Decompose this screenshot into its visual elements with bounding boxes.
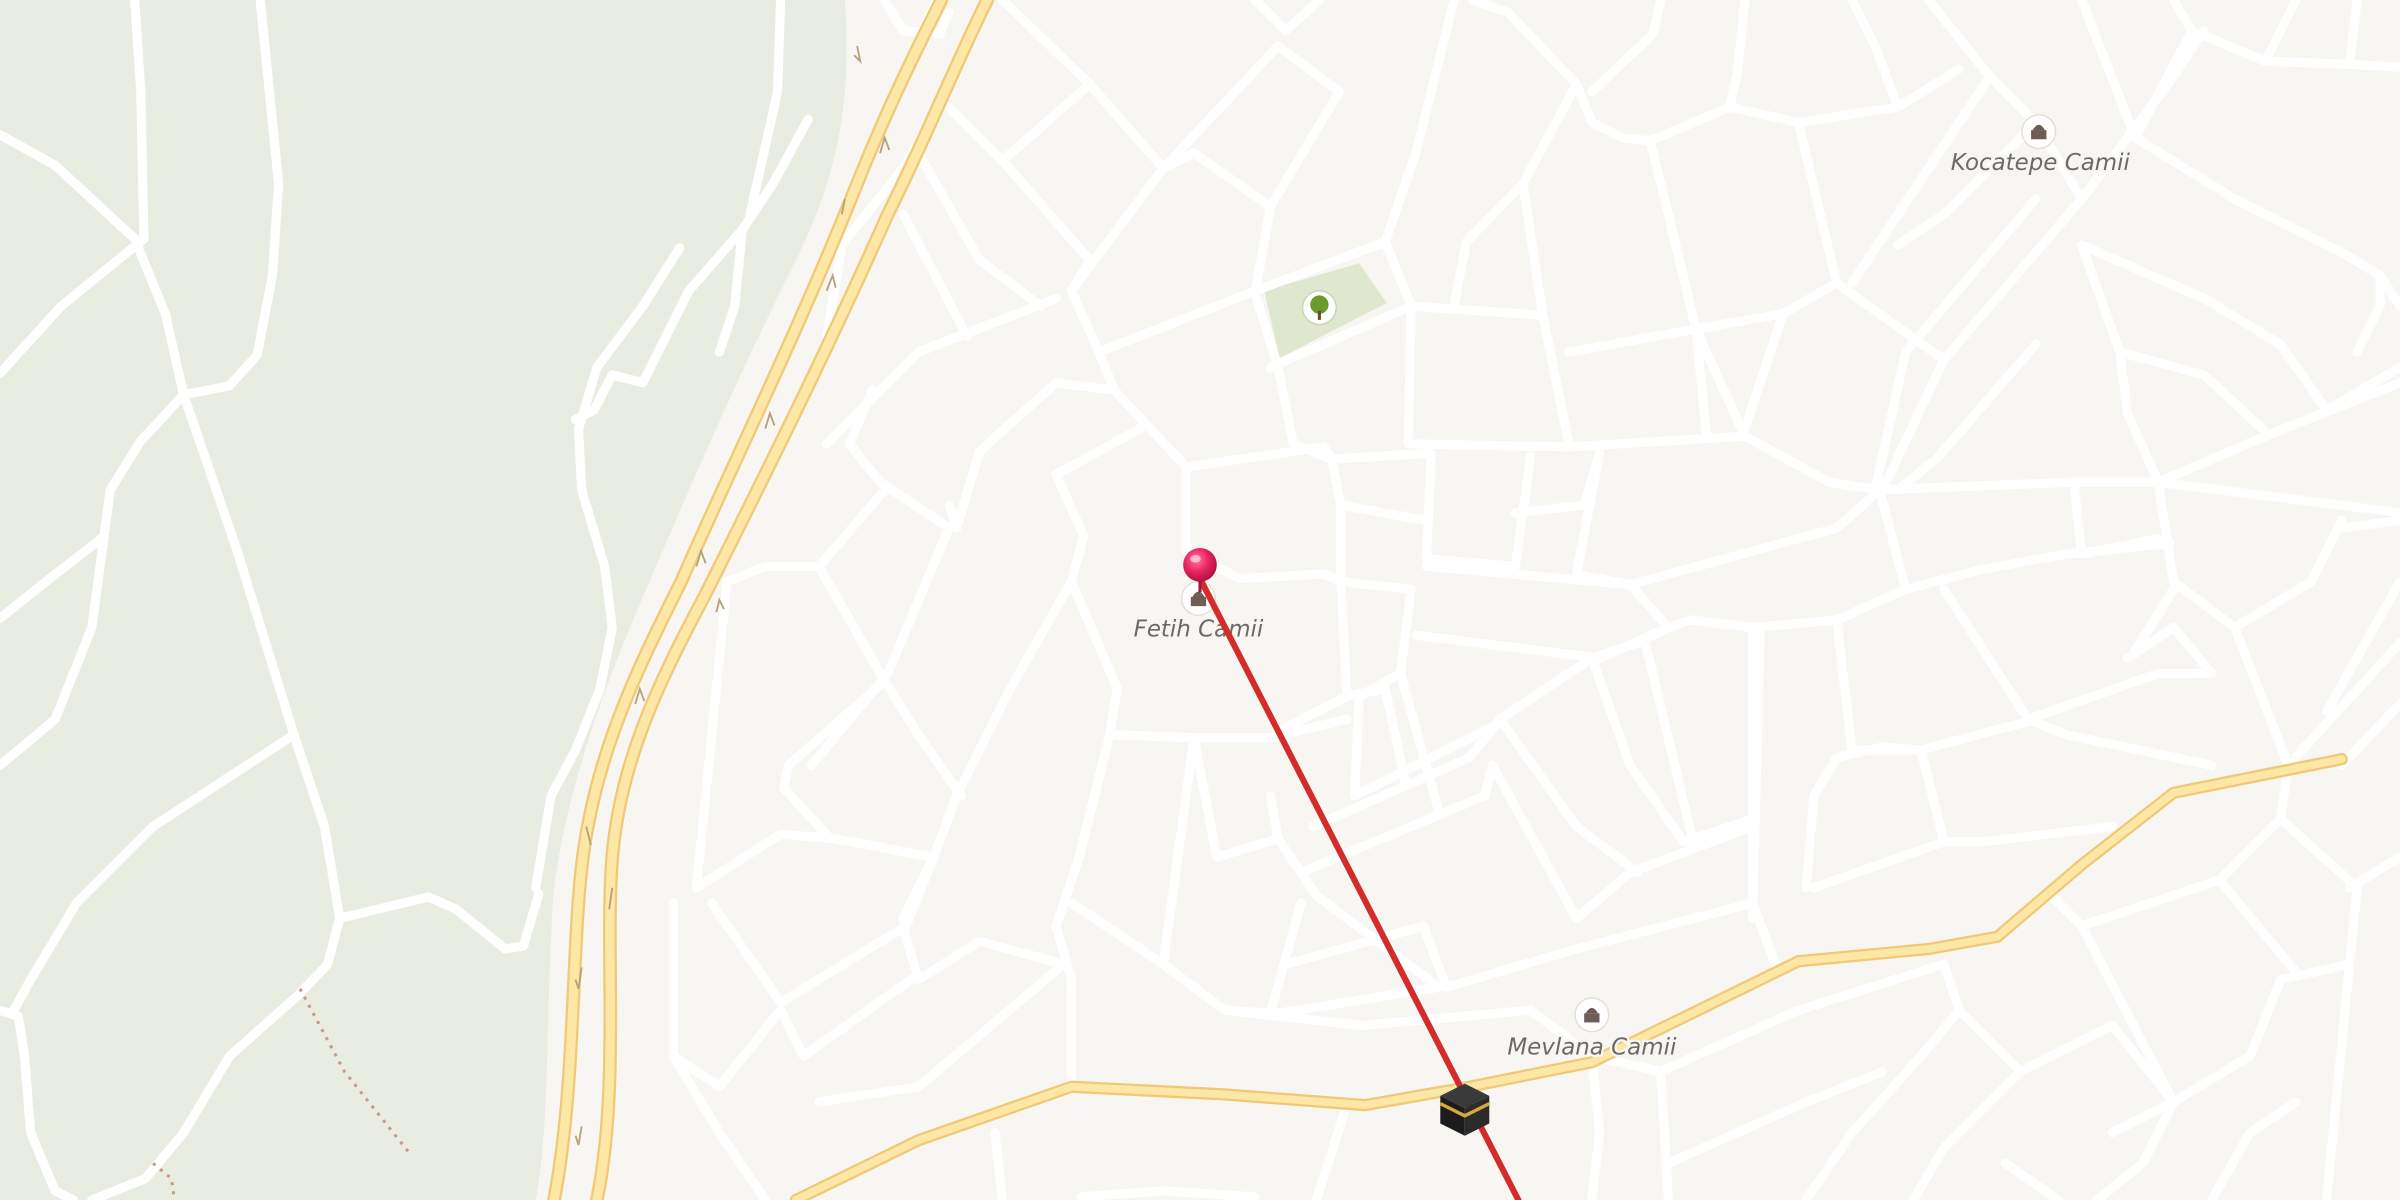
map-view[interactable]: Kocatepe Camii Mevlana Camii Fetih Camii	[0, 0, 2400, 1200]
mosque-icon[interactable]	[2021, 114, 2057, 150]
poi-label-fetih-camii[interactable]: Fetih Camii	[1131, 614, 1266, 645]
poi-label-mevlana-camii[interactable]: Mevlana Camii	[1505, 1032, 1679, 1063]
map-canvas[interactable]: Kocatepe Camii Mevlana Camii Fetih Camii	[0, 0, 2400, 1200]
poi-label-kocatepe-camii[interactable]: Kocatepe Camii	[1948, 148, 2132, 179]
mosque-icon[interactable]	[1574, 997, 1610, 1033]
tree-icon	[1301, 290, 1337, 326]
